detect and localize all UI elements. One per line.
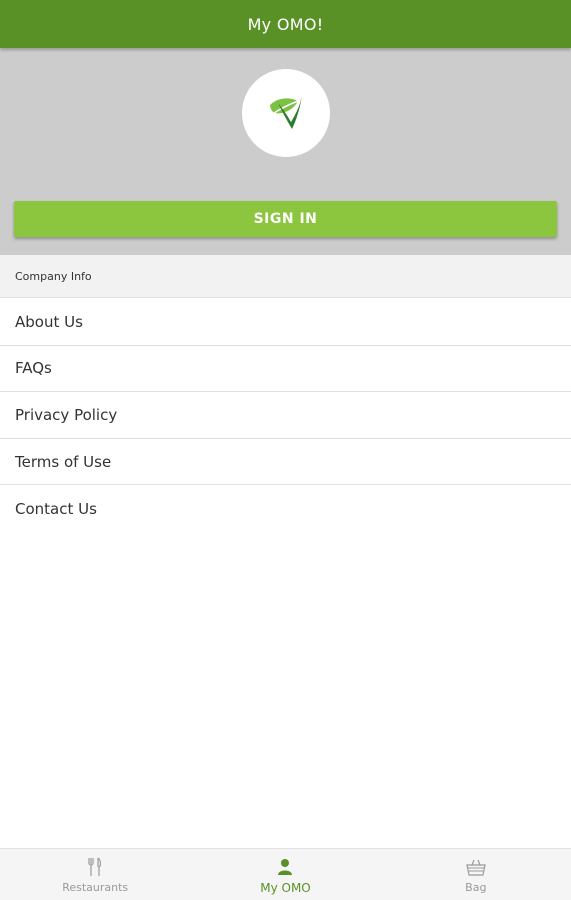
menu-item-contact-us[interactable]: Contact Us xyxy=(0,485,571,532)
page-title: My OMO! xyxy=(247,14,324,34)
menu-item-privacy-policy[interactable]: Privacy Policy xyxy=(0,392,571,439)
basket-icon xyxy=(466,857,486,877)
nav-label: My OMO xyxy=(260,881,311,895)
person-icon xyxy=(275,857,295,877)
section-header-company-info: Company Info xyxy=(0,255,571,298)
bottom-navigation: Restaurants My OMO Bag xyxy=(0,848,571,900)
menu-item-about-us[interactable]: About Us xyxy=(0,299,571,346)
menu-item-label: Privacy Policy xyxy=(15,405,118,424)
nav-tab-bag[interactable]: Bag xyxy=(381,849,571,900)
company-info-menu: About Us FAQs Privacy Policy Terms of Us… xyxy=(0,299,571,532)
menu-item-label: Terms of Use xyxy=(15,452,112,471)
account-header-panel: SIGN IN xyxy=(0,48,571,255)
sign-in-button[interactable]: SIGN IN xyxy=(14,201,557,237)
leaf-logo-icon xyxy=(264,89,308,137)
menu-item-label: FAQs xyxy=(15,359,52,378)
section-title: Company Info xyxy=(15,269,92,283)
menu-item-label: Contact Us xyxy=(15,499,97,518)
menu-item-faqs[interactable]: FAQs xyxy=(0,346,571,393)
nav-tab-my-omo[interactable]: My OMO xyxy=(190,849,380,900)
menu-item-label: About Us xyxy=(15,312,83,331)
nav-label: Restaurants xyxy=(62,881,129,894)
fork-knife-icon xyxy=(85,857,105,877)
logo-avatar xyxy=(242,69,330,157)
menu-item-terms-of-use[interactable]: Terms of Use xyxy=(0,439,571,486)
nav-tab-restaurants[interactable]: Restaurants xyxy=(0,849,190,900)
nav-label: Bag xyxy=(465,881,487,894)
app-bar: My OMO! xyxy=(0,0,571,48)
